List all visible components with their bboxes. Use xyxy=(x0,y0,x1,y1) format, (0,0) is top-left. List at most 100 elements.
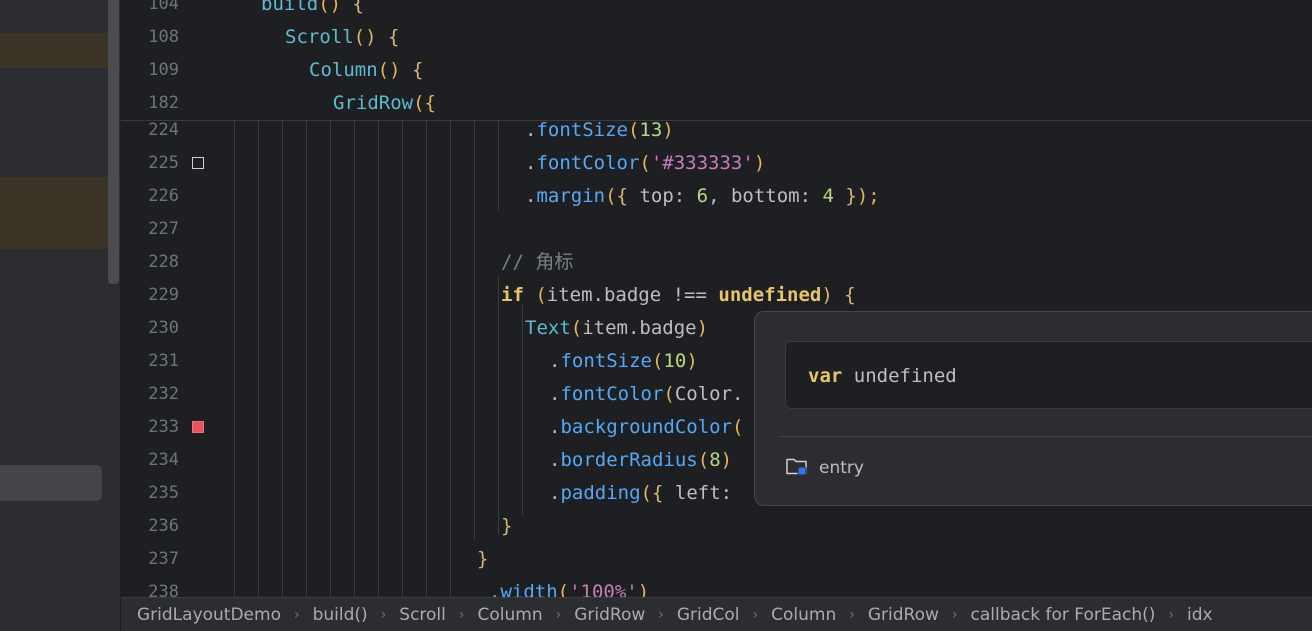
code-token: { xyxy=(844,284,856,306)
code-token: { xyxy=(651,482,664,504)
chevron-right-icon: › xyxy=(555,606,562,623)
line-number[interactable]: 109 xyxy=(121,54,179,87)
line-number[interactable]: 228 xyxy=(121,246,179,279)
line-number[interactable]: 236 xyxy=(121,510,179,543)
code-token: undefined xyxy=(718,284,822,306)
breadcrumb-item[interactable]: Scroll xyxy=(399,605,446,625)
folder-module-icon xyxy=(785,454,809,482)
breadcrumb-item[interactable]: GridRow xyxy=(868,605,939,625)
panel-selected-item[interactable] xyxy=(0,465,102,501)
code-token: . xyxy=(525,185,537,207)
line-number[interactable]: 108 xyxy=(121,21,179,54)
code-token: () xyxy=(377,59,412,81)
code-editor[interactable]: 224 .fontSize(13) 225 .fontColor('#333333')… xyxy=(121,0,1312,597)
code-token: '100%' xyxy=(569,581,638,597)
code-token: ) xyxy=(686,350,698,372)
line-number[interactable]: 231 xyxy=(121,345,179,378)
code-text: } xyxy=(501,510,512,543)
breadcrumb-item[interactable]: callback for ForEach() xyxy=(971,605,1156,625)
code-text: GridRow({ xyxy=(333,87,436,120)
code-text: Column() { xyxy=(309,54,423,87)
code-text: Text(item.badge) xyxy=(525,312,708,345)
code-token: } xyxy=(833,185,857,207)
breadcrumb-item[interactable]: Column xyxy=(478,605,543,625)
code-token: ( xyxy=(639,152,651,174)
code-token: left: xyxy=(663,482,733,504)
code-token: 10 xyxy=(663,350,687,372)
sticky-scroll-header[interactable]: 104 build() {108 Scroll() {109 Column() {18… xyxy=(121,0,1312,121)
code-line[interactable]: 229 if (item.badge !== undefined) { xyxy=(121,279,1312,312)
line-number[interactable]: 237 xyxy=(121,543,179,576)
line-number[interactable]: 229 xyxy=(121,279,179,312)
code-text: .fontColor('#333333') xyxy=(525,147,765,180)
code-line[interactable]: 225 .fontColor('#333333') xyxy=(121,147,1312,180)
code-token: ( xyxy=(732,416,744,438)
popup-module-link[interactable]: entry xyxy=(785,452,864,484)
code-token: . xyxy=(549,449,561,471)
code-token: borderRadius xyxy=(560,449,698,471)
panel-scrollbar[interactable] xyxy=(108,0,119,284)
code-token: ( xyxy=(605,185,617,207)
code-line[interactable]: 227 xyxy=(121,213,1312,246)
panel-highlight-row xyxy=(0,33,120,68)
popup-divider xyxy=(779,436,1312,437)
code-token: ) xyxy=(662,119,674,141)
code-text: .width('100%') xyxy=(489,576,649,597)
code-token: 8 xyxy=(709,449,721,471)
line-number[interactable]: 238 xyxy=(121,576,179,597)
breadcrumb-item[interactable]: idx xyxy=(1187,605,1213,625)
breadcrumb-item[interactable]: build() xyxy=(313,605,368,625)
code-token: { xyxy=(616,185,628,207)
code-token: ( xyxy=(557,581,570,597)
breadcrumb-item[interactable]: Column xyxy=(771,605,836,625)
line-number[interactable]: 182 xyxy=(121,87,179,120)
code-token: () xyxy=(318,0,353,15)
popup-keyword: var xyxy=(808,365,843,387)
code-token: . xyxy=(549,482,561,504)
code-line[interactable]: 182 GridRow({ xyxy=(121,87,1312,120)
code-line[interactable]: 237} xyxy=(121,543,1312,576)
code-token: top: xyxy=(628,185,697,207)
line-number[interactable]: 235 xyxy=(121,477,179,510)
code-token: ); xyxy=(856,185,880,207)
code-line[interactable]: 108 Scroll() { xyxy=(121,21,1312,54)
quick-doc-popup[interactable]: var undefined entry xyxy=(754,311,1312,506)
code-token: ( xyxy=(663,383,675,405)
code-line[interactable]: 236} xyxy=(121,510,1312,543)
line-number[interactable]: 226 xyxy=(121,180,179,213)
code-token: GridRow xyxy=(333,92,414,114)
code-token: ( xyxy=(627,119,640,141)
code-token: 13 xyxy=(639,119,663,141)
line-number[interactable]: 232 xyxy=(121,378,179,411)
code-token: ) xyxy=(637,581,650,597)
code-token: // 角标 xyxy=(501,251,574,273)
line-number[interactable]: 227 xyxy=(121,213,179,246)
code-token: Column xyxy=(309,59,378,81)
breakpoint-icon[interactable] xyxy=(192,421,204,433)
code-line[interactable]: 238 .width('100%') xyxy=(121,576,1312,597)
code-line[interactable]: 104 build() { xyxy=(121,0,1312,21)
code-line[interactable]: 228 // 角标 xyxy=(121,246,1312,279)
chevron-right-icon: › xyxy=(380,606,387,623)
line-number[interactable]: 233 xyxy=(121,411,179,444)
breadcrumb-item[interactable]: GridCol xyxy=(677,605,740,625)
code-token: fontSize xyxy=(560,350,652,372)
code-line[interactable]: 226 .margin({ top: 6, bottom: 4 }); xyxy=(121,180,1312,213)
breadcrumb-item[interactable]: GridRow xyxy=(574,605,645,625)
code-token: '#333333' xyxy=(650,152,754,174)
code-token: .width xyxy=(489,581,558,597)
code-line[interactable]: 109 Column() { xyxy=(121,54,1312,87)
code-token: ( xyxy=(640,482,652,504)
line-number[interactable]: 234 xyxy=(121,444,179,477)
chevron-right-icon: › xyxy=(1168,606,1175,623)
code-token: backgroundColor xyxy=(560,416,733,438)
line-number[interactable]: 104 xyxy=(121,0,179,21)
line-number[interactable]: 230 xyxy=(121,312,179,345)
code-token: } xyxy=(477,548,489,570)
code-token: ( xyxy=(651,350,664,372)
breadcrumb-item[interactable]: GridLayoutDemo xyxy=(137,605,281,625)
code-text: .backgroundColor( xyxy=(549,411,744,444)
code-token: fontColor xyxy=(560,383,664,405)
line-number[interactable]: 225 xyxy=(121,147,179,180)
bookmark-icon[interactable] xyxy=(192,157,204,169)
